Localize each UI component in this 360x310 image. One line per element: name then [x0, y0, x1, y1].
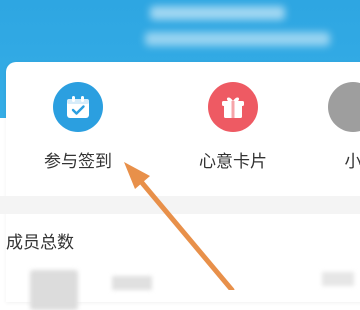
- section-divider: [0, 196, 360, 214]
- heart-card-button[interactable]: 心意卡片: [178, 82, 288, 182]
- partial-icon: [328, 82, 360, 132]
- member-name-blurred: [112, 276, 152, 290]
- calendar-icon: [53, 82, 103, 132]
- third-action-label: 小: [345, 147, 360, 172]
- third-action-button[interactable]: 小: [318, 82, 360, 182]
- checkin-button[interactable]: 参与签到: [23, 82, 133, 182]
- blurred-header-subtext: [145, 32, 330, 46]
- heart-card-label: 心意卡片: [199, 147, 267, 172]
- members-title: 成员总数: [6, 228, 74, 253]
- checkin-label: 参与签到: [44, 147, 112, 172]
- member-more-blurred: [322, 272, 354, 286]
- gift-icon: [208, 82, 258, 132]
- blurred-header-text: [150, 6, 285, 20]
- member-avatar: [30, 270, 78, 310]
